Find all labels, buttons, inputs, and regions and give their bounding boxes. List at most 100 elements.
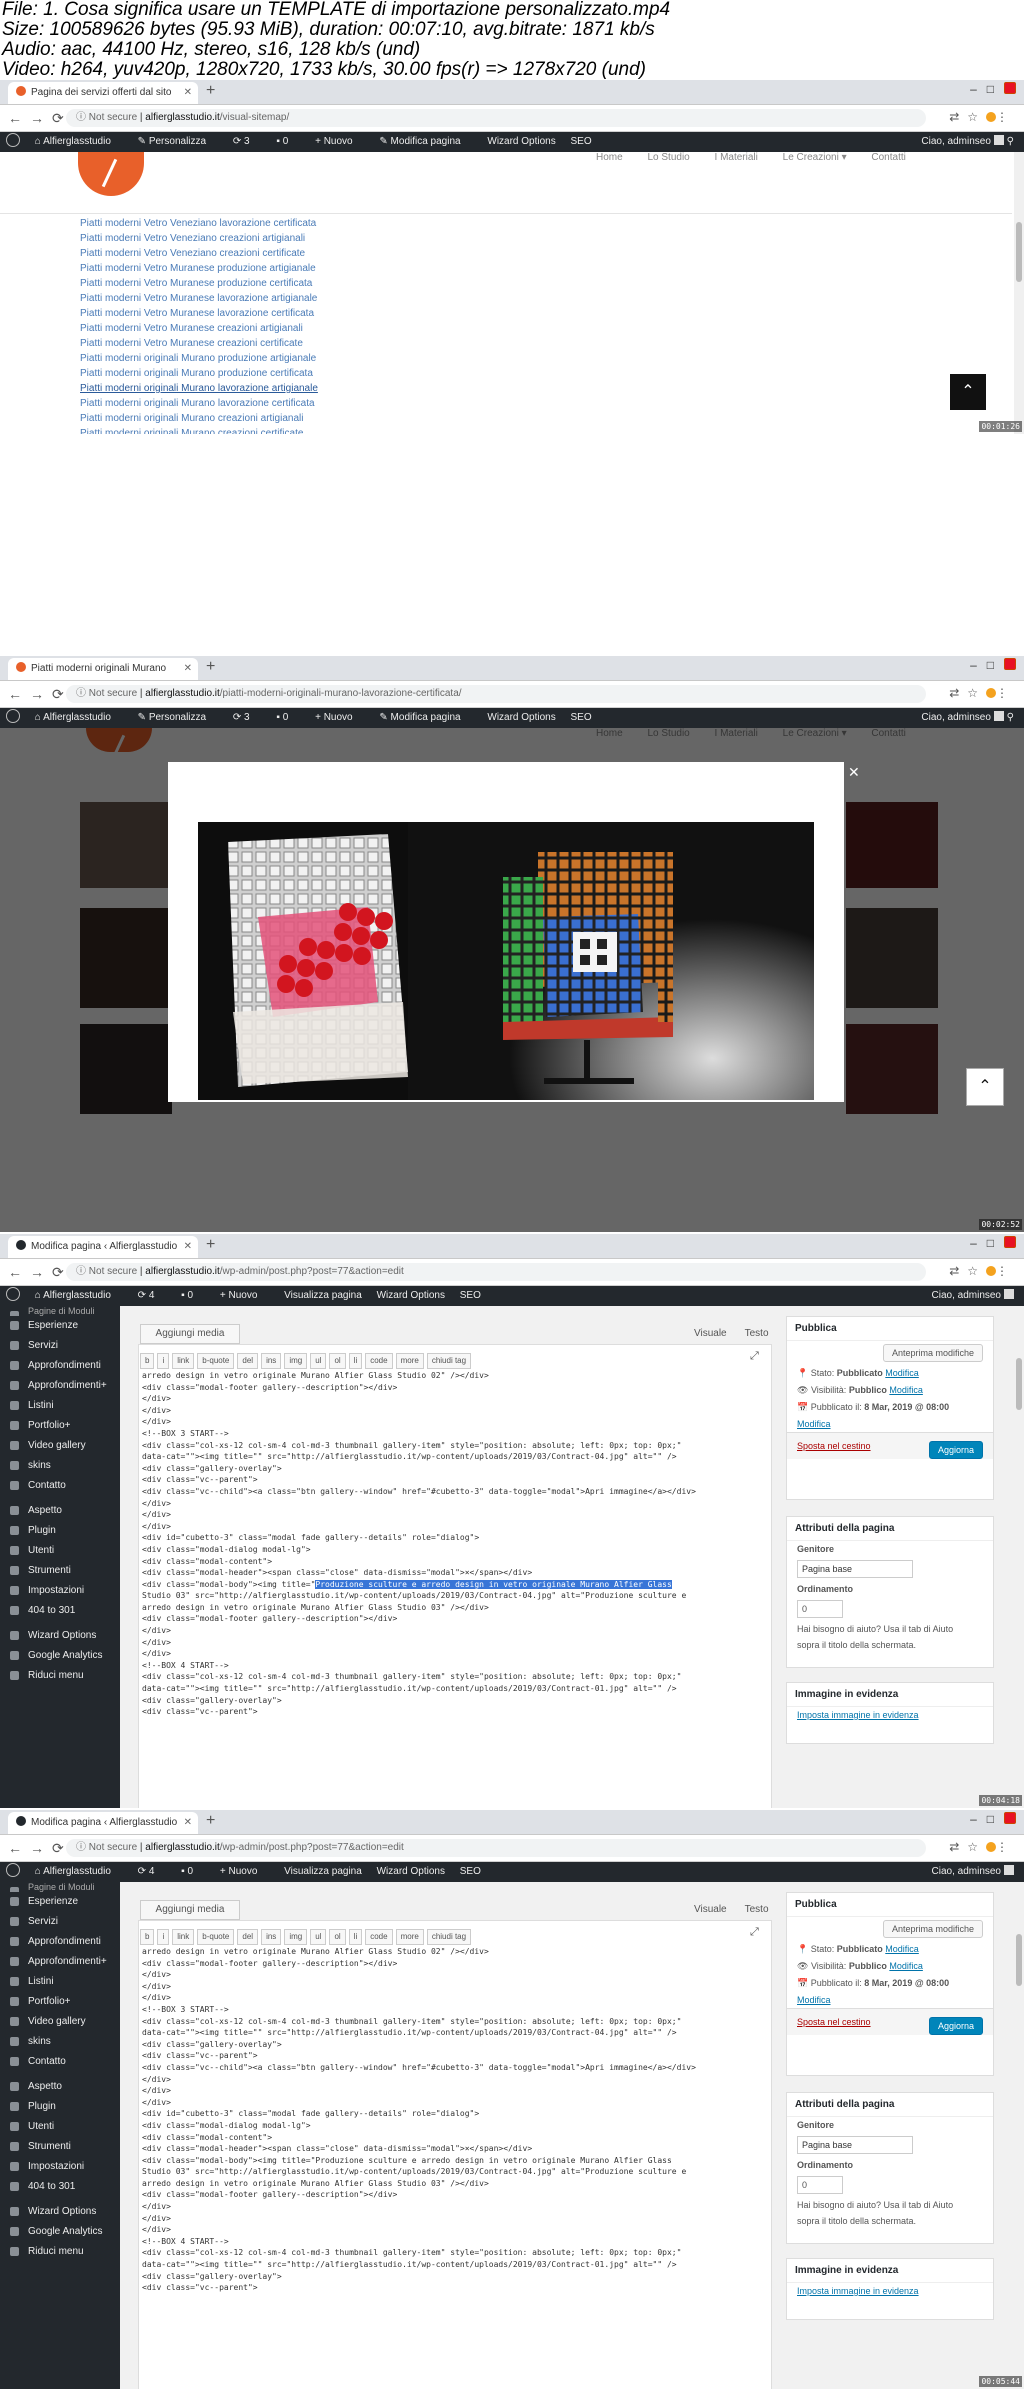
sidebar-item[interactable]: Strumenti [0, 2137, 120, 2157]
quicktag-button[interactable]: ins [261, 1929, 282, 1945]
menu-item[interactable]: Home [596, 152, 623, 163]
sidebar-item[interactable]: Impostazioni [0, 1581, 120, 1601]
quicktag-button[interactable]: code [365, 1929, 393, 1945]
search-icon[interactable]: ⚲ [1007, 712, 1014, 723]
sitemap-link[interactable]: Piatti moderni Vetro Muranese creazioni … [80, 336, 327, 351]
preview-button[interactable]: Anteprima modifiche [882, 1344, 983, 1362]
window-controls[interactable]: –□ [970, 658, 1016, 672]
url-field[interactable]: ⓘ Not secure | alfierglasstudio.it/wp-ad… [66, 1839, 926, 1857]
window-controls[interactable]: –□ [970, 1236, 1016, 1250]
sidebar-item[interactable]: Video gallery [0, 2012, 120, 2032]
sidebar-item[interactable]: Plugin [0, 2097, 120, 2117]
site-name-link[interactable]: ⌂ Alfierglasstudio [35, 1866, 123, 1877]
edit-status-link[interactable]: Modifica [885, 1944, 919, 1954]
sitemap-link[interactable]: Piatti moderni Vetro Muranese creazioni … [80, 321, 327, 336]
close-tab-icon[interactable]: ✕ [184, 1236, 192, 1258]
quicktag-button[interactable]: ul [310, 1929, 327, 1945]
browser-tab[interactable]: Modifica pagina ‹ Alfierglasstudio ✕ [8, 1812, 198, 1834]
sidebar-item[interactable]: Google Analytics [0, 1646, 120, 1666]
sidebar-item-cut[interactable]: Pagine di Moduli [0, 1882, 120, 1892]
menu-item[interactable]: Le Creazioni ▾ [783, 152, 847, 163]
fullscreen-icon[interactable]: ⤢ [750, 1926, 759, 1939]
quicktag-button[interactable]: b-quote [197, 1929, 235, 1945]
sidebar-item[interactable]: Utenti [0, 2117, 120, 2137]
extension-icon[interactable] [986, 1842, 996, 1852]
user-greeting[interactable]: Ciao, adminseo [932, 1286, 1014, 1306]
view-page-link[interactable]: Visualizza pagina [284, 1290, 362, 1301]
url-field[interactable]: ⓘ Not secure | alfierglasstudio.it/piatt… [66, 685, 926, 703]
code-editor-text[interactable]: arredo design in vetro originale Murano … [142, 1946, 762, 2389]
wizard-options-link[interactable]: Wizard Options [377, 1290, 445, 1301]
close-window-icon[interactable] [1004, 658, 1016, 670]
quicktag-button[interactable]: more [395, 1353, 424, 1369]
sitemap-link[interactable]: Piatti moderni originali Murano produzio… [80, 366, 327, 381]
sitemap-link[interactable]: Piatti moderni Vetro Muranese produzione… [80, 276, 327, 291]
new-tab-icon[interactable]: + [206, 82, 215, 100]
search-icon[interactable]: ⚲ [1007, 136, 1014, 147]
sitemap-link[interactable]: Piatti moderni Vetro Muranese lavorazion… [80, 306, 327, 321]
seo-link[interactable]: SEO [460, 1290, 481, 1301]
wordpress-logo-icon[interactable] [6, 1287, 20, 1301]
sidebar-item[interactable]: Portfolio+ [0, 1992, 120, 2012]
sidebar-item[interactable]: Wizard Options [0, 1626, 120, 1646]
user-greeting[interactable]: Ciao, adminseo [932, 1862, 1014, 1882]
extension-icons[interactable]: ⇄☆ ⋮ [949, 1264, 1016, 1278]
sidebar-item[interactable]: Riduci menu [0, 1666, 120, 1686]
sidebar-item[interactable]: 404 to 301 [0, 1601, 120, 1621]
nav-buttons[interactable]: ←→⟳ [8, 686, 72, 703]
sidebar-item[interactable]: Approfondimenti+ [0, 1952, 120, 1972]
scrollbar[interactable] [1014, 1882, 1024, 2389]
view-page-link[interactable]: Visualizza pagina [284, 1866, 362, 1877]
scroll-to-top-button[interactable]: ⌃ [950, 374, 986, 410]
new-tab-icon[interactable]: + [206, 658, 215, 676]
quicktag-button[interactable]: i [157, 1929, 170, 1945]
sidebar-item[interactable]: skins [0, 2032, 120, 2052]
scrollbar[interactable] [1014, 1306, 1024, 1808]
comments-link[interactable]: ▪ 0 [181, 1866, 205, 1877]
new-link[interactable]: + Nuovo [220, 1290, 270, 1301]
edit-date-link[interactable]: Modifica [797, 1995, 831, 2005]
quicktag-button[interactable]: ol [329, 1929, 346, 1945]
parent-select[interactable]: Pagina base [797, 1560, 913, 1578]
user-greeting[interactable]: Ciao, adminseo ⚲ [921, 132, 1014, 152]
trash-link[interactable]: Sposta nel cestino [797, 2017, 871, 2027]
sitemap-link[interactable]: Piatti moderni originali Murano creazion… [80, 411, 327, 426]
site-name-link[interactable]: ⌂ Alfierglasstudio [35, 136, 123, 147]
sidebar-item[interactable]: Approfondimenti+ [0, 1376, 120, 1396]
extension-icons[interactable]: ⇄☆ ⋮ [949, 110, 1016, 124]
modal-close-icon[interactable]: ✕ [848, 764, 860, 781]
seo-link[interactable]: SEO [571, 712, 592, 723]
sidebar-item[interactable]: Aspetto [0, 1501, 120, 1521]
quicktag-button[interactable]: link [172, 1929, 195, 1945]
wordpress-logo-icon[interactable] [6, 1863, 20, 1877]
quicktag-button[interactable]: img [284, 1929, 308, 1945]
close-window-icon[interactable] [1004, 1236, 1016, 1248]
edit-page-link[interactable]: ✎ Modifica pagina [379, 712, 472, 723]
sidebar-item[interactable]: Plugin [0, 1521, 120, 1541]
sitemap-link[interactable]: Piatti moderni Vetro Veneziano creazioni… [80, 246, 327, 261]
browser-tab[interactable]: Piatti moderni originali Murano ✕ [8, 658, 198, 680]
sitemap-link[interactable]: Piatti moderni originali Murano lavorazi… [80, 381, 327, 396]
close-tab-icon[interactable]: ✕ [184, 658, 192, 680]
site-name-link[interactable]: ⌂ Alfierglasstudio [35, 712, 123, 723]
site-name-link[interactable]: ⌂ Alfierglasstudio [35, 1290, 123, 1301]
extension-icon[interactable] [986, 1266, 996, 1276]
sitemap-link[interactable]: Piatti moderni originali Murano lavorazi… [80, 396, 327, 411]
extension-icon[interactable] [986, 688, 996, 698]
sitemap-link[interactable]: Piatti moderni originali Murano creazion… [80, 426, 327, 434]
customize-link[interactable]: ✎ Personalizza [138, 712, 218, 723]
url-field[interactable]: ⓘ Not secure | alfierglasstudio.it/visua… [66, 109, 926, 127]
browser-tab[interactable]: Pagina dei servizi offerti dal sito ✕ [8, 82, 198, 104]
sidebar-item[interactable]: Servizi [0, 1336, 120, 1356]
add-media-button[interactable]: Aggiungi media [140, 1324, 240, 1344]
nav-buttons[interactable]: ←→⟳ [8, 1840, 72, 1857]
order-input[interactable]: 0 [797, 2176, 843, 2194]
order-input[interactable]: 0 [797, 1600, 843, 1618]
updates-link[interactable]: ⟳ 3 [233, 712, 262, 723]
close-window-icon[interactable] [1004, 1812, 1016, 1824]
quicktag-button[interactable]: more [395, 1929, 424, 1945]
extension-icons[interactable]: ⇄☆ ⋮ [949, 686, 1016, 700]
edit-status-link[interactable]: Modifica [885, 1368, 919, 1378]
sitemap-link[interactable]: Piatti moderni Vetro Veneziano creazioni… [80, 231, 327, 246]
code-editor-text[interactable]: arredo design in vetro originale Murano … [142, 1370, 762, 1808]
